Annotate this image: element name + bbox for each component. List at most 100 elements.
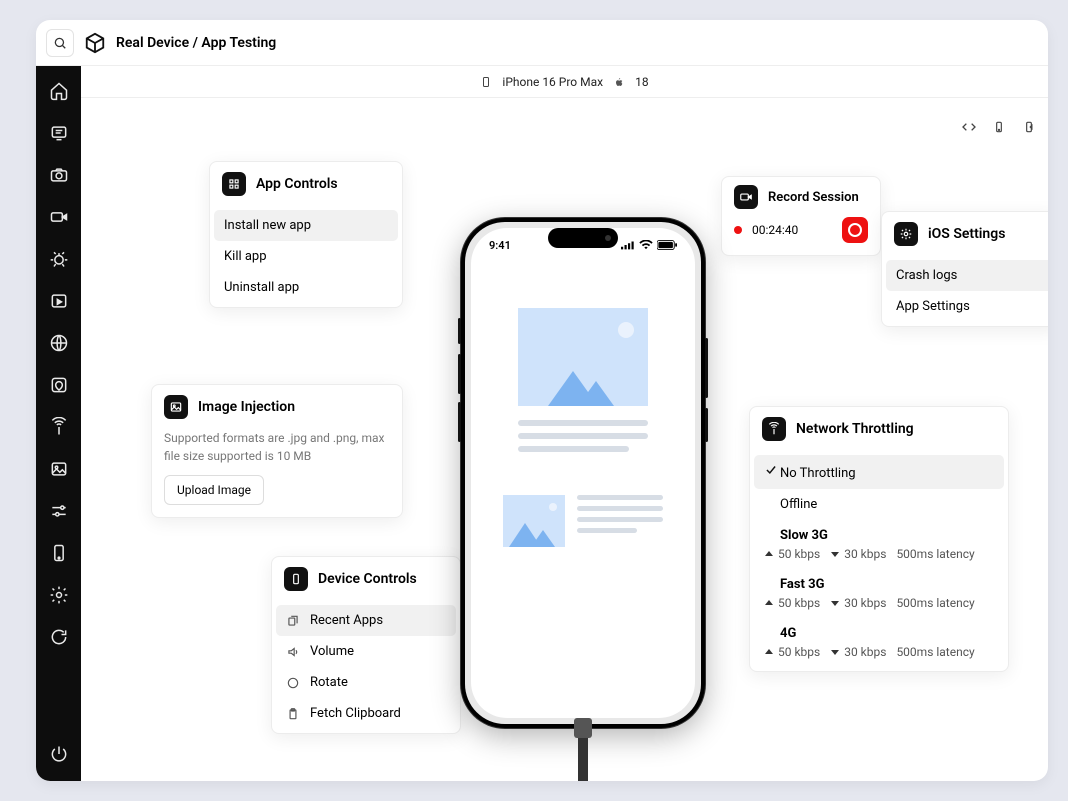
- device-export-btn[interactable]: [1020, 118, 1038, 136]
- app-controls-icon: [222, 172, 246, 196]
- net-offline[interactable]: Offline: [754, 489, 1004, 520]
- record-icon: [734, 185, 758, 209]
- camera-icon: [49, 165, 69, 185]
- home-icon: [49, 81, 69, 101]
- device-control-recent[interactable]: Recent Apps: [276, 605, 456, 636]
- sidebar-power[interactable]: [48, 743, 70, 765]
- image-injection-hint: Supported formats are .jpg and .png, max…: [152, 429, 402, 475]
- brand-logo-icon: [84, 32, 106, 54]
- sidebar-settings[interactable]: [48, 584, 70, 606]
- image-injection-title: Image Injection: [198, 399, 295, 415]
- bug-icon: [49, 249, 69, 269]
- net-fast-3g[interactable]: Fast 3G 50 kbps 30 kbps 500ms latency: [754, 569, 1004, 618]
- sidebar-network[interactable]: [48, 416, 70, 438]
- rotate-device-icon: [992, 120, 1006, 134]
- wifi-icon: [639, 240, 653, 250]
- power-icon: [49, 744, 69, 764]
- device-control-clipboard[interactable]: Fetch Clipboard: [276, 698, 456, 729]
- apple-icon: [613, 76, 625, 88]
- sidebar: [36, 66, 81, 781]
- sidebar-home[interactable]: [48, 80, 70, 102]
- net-slow-3g[interactable]: Slow 3G 50 kbps 30 kbps 500ms latency: [754, 520, 1004, 569]
- net-4g[interactable]: 4G 50 kbps 30 kbps 500ms latency: [754, 618, 1004, 667]
- code-icon-btn[interactable]: [960, 118, 978, 136]
- content-area: iPhone 16 Pro Max 18 App Controls Instal…: [81, 66, 1048, 781]
- sidebar-video[interactable]: [48, 206, 70, 228]
- media-icon: [49, 291, 69, 311]
- record-session-panel: Record Session 00:24:40: [721, 176, 881, 256]
- sidebar-bug[interactable]: [48, 248, 70, 270]
- clipboard-icon: [286, 707, 300, 721]
- record-title: Record Session: [768, 190, 859, 205]
- app-icon: [49, 123, 69, 143]
- ios-crash-logs[interactable]: Crash logs: [886, 260, 1048, 291]
- stop-record-button[interactable]: [842, 217, 868, 243]
- phone-time: 9:41: [489, 239, 511, 252]
- ios-app-settings[interactable]: App Settings: [886, 291, 1048, 322]
- export-icon: [1022, 120, 1036, 134]
- recording-indicator: [734, 226, 742, 234]
- volume-icon: [286, 645, 300, 659]
- device-control-volume[interactable]: Volume: [276, 636, 456, 667]
- ios-settings-title: iOS Settings: [928, 226, 1005, 242]
- app-control-uninstall[interactable]: Uninstall app: [214, 272, 398, 303]
- recent-apps-icon: [286, 614, 300, 628]
- app-control-install[interactable]: Install new app: [214, 210, 398, 241]
- device-name: iPhone 16 Pro Max: [502, 75, 603, 89]
- mobile-icon: [49, 543, 69, 563]
- down-arrow-icon: [830, 549, 840, 559]
- network-icon: [762, 417, 786, 441]
- image-injection-panel: Image Injection Supported formats are .j…: [151, 384, 403, 518]
- device-control-rotate[interactable]: Rotate: [276, 667, 456, 698]
- sidebar-media[interactable]: [48, 290, 70, 312]
- app-window: Real Device / App Testing iPhone 16 Pro …: [36, 20, 1048, 781]
- device-frame: 9:41: [461, 218, 705, 728]
- code-icon: [961, 119, 977, 135]
- ios-settings-panel: iOS Settings Crash logs App Settings: [881, 211, 1048, 327]
- down-arrow-icon: [830, 647, 840, 657]
- network-throttling-panel: Network Throttling No Throttling Offline…: [749, 406, 1009, 672]
- up-arrow-icon: [764, 647, 774, 657]
- up-arrow-icon: [764, 549, 774, 559]
- device-screen[interactable]: 9:41: [471, 228, 695, 718]
- battery-icon: [657, 240, 677, 250]
- sidebar-device[interactable]: [48, 542, 70, 564]
- net-no-throttle[interactable]: No Throttling: [754, 455, 1004, 489]
- sidebar-sliders[interactable]: [48, 500, 70, 522]
- phone-notch: [548, 228, 618, 248]
- globe-icon: [49, 333, 69, 353]
- image-injection-icon: [164, 395, 188, 419]
- check-icon: [764, 463, 778, 477]
- app-control-kill[interactable]: Kill app: [214, 241, 398, 272]
- device-rotate-btn[interactable]: [990, 118, 1008, 136]
- up-arrow-icon: [764, 598, 774, 608]
- gear-icon: [49, 585, 69, 605]
- antenna-icon: [49, 417, 69, 437]
- sidebar-location[interactable]: [48, 374, 70, 396]
- sliders-icon: [49, 501, 69, 521]
- device-info-bar: iPhone 16 Pro Max 18: [81, 66, 1048, 98]
- placeholder-lines-small: [577, 495, 663, 547]
- sidebar-camera[interactable]: [48, 164, 70, 186]
- placeholder-image: [518, 308, 648, 406]
- signal-icon: [621, 240, 635, 250]
- upload-image-button[interactable]: Upload Image: [164, 475, 264, 505]
- mobile-small-icon: [480, 76, 492, 88]
- sidebar-app[interactable]: [48, 122, 70, 144]
- sidebar-refresh[interactable]: [48, 626, 70, 648]
- location-icon: [49, 375, 69, 395]
- device-controls-title: Device Controls: [318, 571, 417, 587]
- video-icon: [49, 207, 69, 227]
- device-os: 18: [635, 75, 649, 89]
- app-controls-panel: App Controls Install new app Kill app Un…: [209, 161, 403, 308]
- search-button[interactable]: [46, 29, 74, 57]
- placeholder-text: [518, 420, 648, 459]
- sidebar-image[interactable]: [48, 458, 70, 480]
- recording-time: 00:24:40: [752, 223, 798, 237]
- image-icon: [49, 459, 69, 479]
- search-icon: [53, 36, 67, 50]
- sidebar-globe[interactable]: [48, 332, 70, 354]
- placeholder-row: [503, 495, 663, 547]
- network-title: Network Throttling: [796, 421, 914, 437]
- ios-settings-icon: [894, 222, 918, 246]
